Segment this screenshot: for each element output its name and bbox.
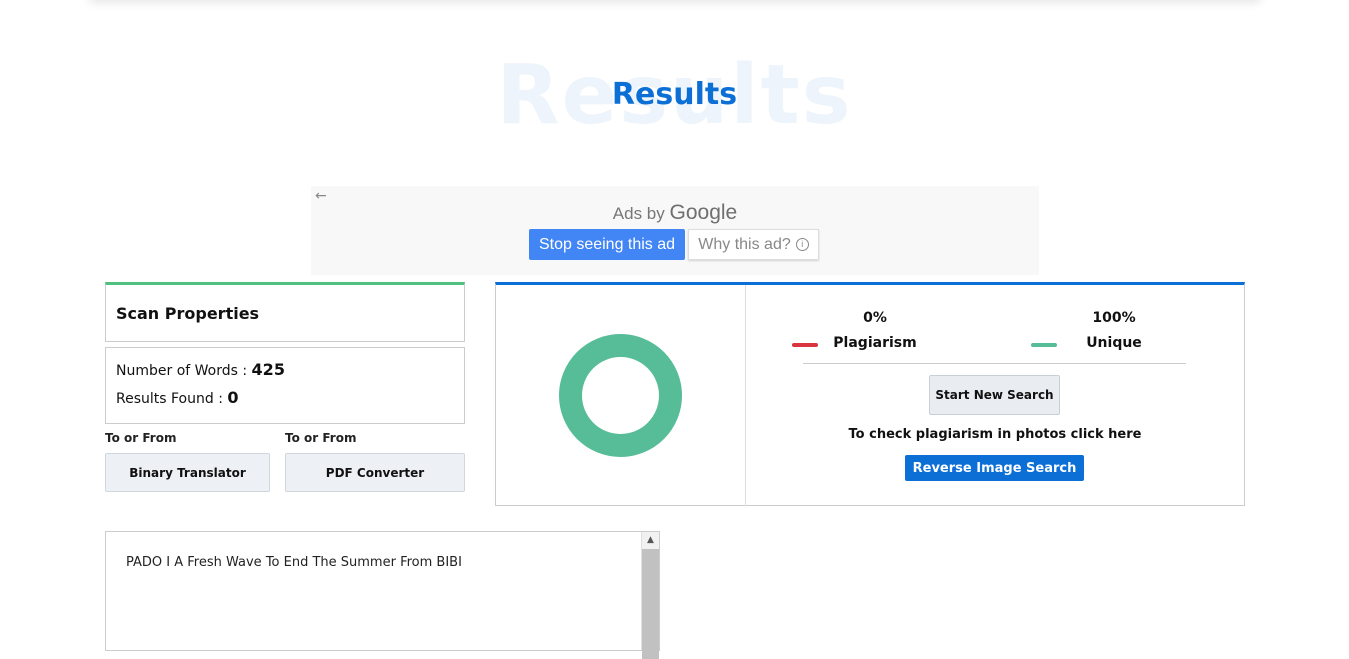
to-from-label-1: To or From bbox=[105, 431, 177, 445]
to-from-label-2: To or From bbox=[285, 431, 357, 445]
unique-percent: 100% bbox=[1092, 310, 1136, 326]
unique-swatch bbox=[1031, 343, 1057, 347]
words-label: Number of Words : bbox=[116, 363, 248, 379]
donut-chart bbox=[559, 334, 682, 457]
page-title: Results bbox=[611, 77, 738, 112]
scan-stats: Number of Words : 425 Results Found : 0 bbox=[105, 347, 465, 424]
plagiarism-swatch bbox=[792, 343, 818, 347]
scanned-text-area[interactable]: PADO I A Fresh Wave To End The Summer Fr… bbox=[105, 531, 660, 659]
photo-check-note: To check plagiarism in photos click here bbox=[848, 427, 1142, 442]
donut-unique-ring bbox=[559, 334, 682, 457]
scroll-up-icon[interactable]: ▲ bbox=[642, 532, 659, 549]
reverse-image-search-button[interactable]: Reverse Image Search bbox=[905, 455, 1084, 481]
words-value: 425 bbox=[251, 360, 285, 379]
text-scrollbar[interactable]: ▲ bbox=[641, 532, 659, 659]
plagiarism-percent: 0% bbox=[863, 310, 887, 326]
plagiarism-legend: 0% Plagiarism bbox=[815, 310, 935, 351]
results-found: Results Found : 0 bbox=[116, 388, 239, 407]
scan-properties-header: Scan Properties bbox=[105, 282, 465, 342]
legend-divider bbox=[803, 363, 1186, 364]
unique-label: Unique bbox=[1086, 335, 1142, 351]
unique-legend: 100% Unique bbox=[1054, 310, 1174, 351]
plagiarism-label: Plagiarism bbox=[833, 335, 917, 351]
stop-seeing-ad-button[interactable]: Stop seeing this ad bbox=[529, 229, 685, 260]
binary-translator-button[interactable]: Binary Translator bbox=[105, 453, 270, 492]
why-this-ad-button[interactable]: Why this ad? i bbox=[688, 229, 819, 260]
result-panel: 0% Plagiarism 100% Unique Start New Sear… bbox=[495, 282, 1245, 506]
google-logo: Google bbox=[669, 201, 738, 224]
info-icon: i bbox=[795, 238, 809, 251]
why-this-ad-label: Why this ad? bbox=[698, 235, 791, 253]
start-new-search-button[interactable]: Start New Search bbox=[929, 375, 1060, 415]
ads-by-label: Ads by bbox=[612, 204, 665, 223]
pdf-converter-button[interactable]: PDF Converter bbox=[285, 453, 465, 492]
ads-by-google: Ads by Google bbox=[311, 201, 1039, 225]
donut-chart-cell bbox=[496, 285, 746, 506]
words-count: Number of Words : 425 bbox=[116, 360, 285, 379]
results-value: 0 bbox=[227, 388, 239, 407]
scanned-text: PADO I A Fresh Wave To End The Summer Fr… bbox=[126, 555, 462, 570]
scan-properties-title: Scan Properties bbox=[116, 304, 260, 323]
results-label: Results Found : bbox=[116, 391, 223, 407]
ad-banner: ← Ads by Google Stop seeing this ad Why … bbox=[311, 186, 1039, 275]
